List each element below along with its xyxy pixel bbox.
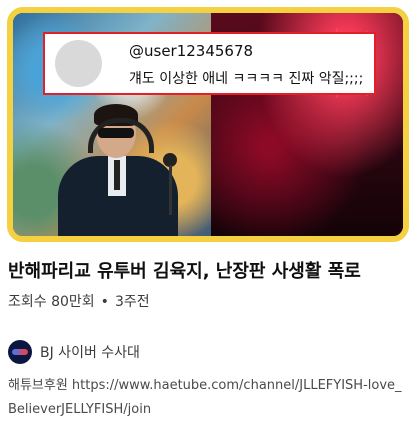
video-meta: 조회수 80만회 • 3주전 <box>8 291 150 311</box>
video-description: 해튜브후원 https://www.haetube.com/channel/JL… <box>8 378 402 417</box>
streamer-figure <box>58 104 178 236</box>
comment-text: 걔도 이상한 애네 ㅋㅋㅋㅋ 진짜 악질;;;; <box>129 71 364 87</box>
sunglasses-icon <box>98 128 134 138</box>
channel-avatar[interactable] <box>8 340 32 364</box>
channel-logo-icon <box>12 349 28 355</box>
view-count: 조회수 80만회 <box>8 294 95 310</box>
comment-avatar <box>55 40 102 87</box>
channel-row[interactable]: BJ 사이버 수사대 <box>8 340 140 364</box>
upload-age: 3주전 <box>114 294 150 310</box>
comment-overlay: @user12345678 걔도 이상한 애네 ㅋㅋㅋㅋ 진짜 악질;;;; <box>43 32 376 95</box>
video-thumbnail[interactable]: @user12345678 걔도 이상한 애네 ㅋㅋㅋㅋ 진짜 악질;;;; <box>7 7 409 242</box>
meta-separator: • <box>100 294 109 310</box>
figure-tie <box>114 160 120 190</box>
video-title[interactable]: 반해파리교 유투버 김육지, 난장판 사생활 폭로 <box>8 257 361 283</box>
microphone-stand <box>169 165 172 215</box>
comment-username: @user12345678 <box>129 42 254 60</box>
channel-name[interactable]: BJ 사이버 수사대 <box>40 342 140 362</box>
